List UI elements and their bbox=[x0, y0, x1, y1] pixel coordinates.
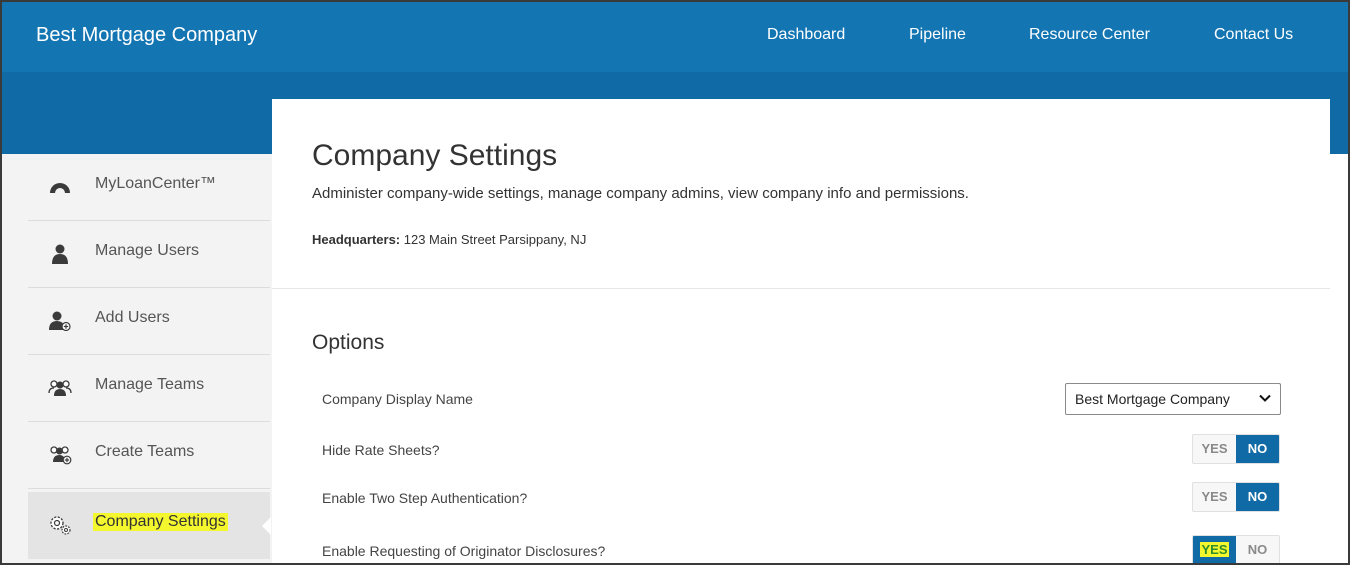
option-label-two-step-auth: Enable Two Step Authentication? bbox=[322, 490, 528, 506]
toggle-yes-button[interactable]: YES bbox=[1193, 483, 1236, 511]
sidebar-item-add-users[interactable]: Add Users bbox=[28, 288, 270, 355]
nav-pipeline[interactable]: Pipeline bbox=[909, 26, 966, 44]
page-subtitle: Administer company-wide settings, manage… bbox=[312, 185, 969, 202]
toggle-no-button[interactable]: NO bbox=[1236, 483, 1279, 511]
add-team-icon bbox=[48, 444, 72, 466]
sidebar-item-company-settings[interactable]: Company Settings bbox=[28, 492, 271, 559]
sidebar-item-manage-users[interactable]: Manage Users bbox=[28, 221, 270, 288]
nav-dashboard[interactable]: Dashboard bbox=[767, 26, 845, 44]
headquarters-info: Headquarters: 123 Main Street Parsippany… bbox=[312, 232, 586, 247]
sidebar-item-create-teams[interactable]: Create Teams bbox=[28, 422, 270, 489]
team-icon bbox=[48, 377, 72, 399]
sidebar-item-label: Manage Teams bbox=[95, 376, 205, 393]
options-heading: Options bbox=[312, 331, 385, 354]
chevron-down-icon bbox=[1258, 391, 1272, 405]
sidebar-item-myloancenter[interactable]: MyLoanCenter™ bbox=[28, 154, 270, 221]
nav-contact-us[interactable]: Contact Us bbox=[1214, 26, 1293, 44]
user-icon bbox=[48, 243, 72, 265]
toggle-yes-button[interactable]: YES bbox=[1193, 536, 1236, 563]
page-title: Company Settings bbox=[312, 139, 558, 172]
gauge-icon bbox=[48, 176, 72, 198]
section-divider bbox=[272, 288, 1330, 289]
brand-logo-text[interactable]: Best Mortgage Company bbox=[36, 24, 257, 47]
option-label-originator-disclosures: Enable Requesting of Originator Disclosu… bbox=[322, 543, 606, 559]
toggle-no-button[interactable]: NO bbox=[1236, 435, 1279, 463]
sidebar-item-label: Create Teams bbox=[95, 443, 195, 460]
add-user-icon bbox=[48, 310, 72, 332]
toggle-yes-label: YES bbox=[1200, 542, 1229, 557]
app-window: Best Mortgage Company Dashboard Pipeline… bbox=[0, 0, 1350, 565]
option-label-display-name: Company Display Name bbox=[322, 391, 473, 407]
sidebar-item-manage-teams[interactable]: Manage Teams bbox=[28, 355, 270, 422]
main-content-card: Company Settings Administer company-wide… bbox=[272, 99, 1330, 563]
sidebar-item-label: Add Users bbox=[95, 309, 170, 326]
sidebar-item-label: MyLoanCenter™ bbox=[95, 175, 216, 192]
toggle-no-button[interactable]: NO bbox=[1236, 536, 1279, 563]
sidebar: MyLoanCenter™ Manage Users Add Users Man… bbox=[2, 154, 272, 563]
select-value: Best Mortgage Company bbox=[1075, 391, 1230, 407]
headquarters-value: 123 Main Street Parsippany, NJ bbox=[400, 232, 587, 247]
company-display-name-select[interactable]: Best Mortgage Company bbox=[1065, 383, 1281, 415]
toggle-yes-button[interactable]: YES bbox=[1193, 435, 1236, 463]
nav-resource-center[interactable]: Resource Center bbox=[1029, 26, 1150, 44]
top-navbar: Best Mortgage Company Dashboard Pipeline… bbox=[2, 2, 1348, 72]
originator-disclosures-toggle: YES NO bbox=[1192, 535, 1280, 563]
option-label-hide-rate-sheets: Hide Rate Sheets? bbox=[322, 442, 440, 458]
sidebar-item-label: Company Settings bbox=[93, 513, 228, 531]
two-step-auth-toggle: YES NO bbox=[1192, 482, 1280, 512]
gears-icon bbox=[48, 514, 72, 536]
sidebar-item-label: Manage Users bbox=[95, 242, 200, 259]
headquarters-label: Headquarters: bbox=[312, 232, 401, 247]
active-indicator-caret bbox=[262, 517, 271, 535]
hide-rate-sheets-toggle: YES NO bbox=[1192, 434, 1280, 464]
